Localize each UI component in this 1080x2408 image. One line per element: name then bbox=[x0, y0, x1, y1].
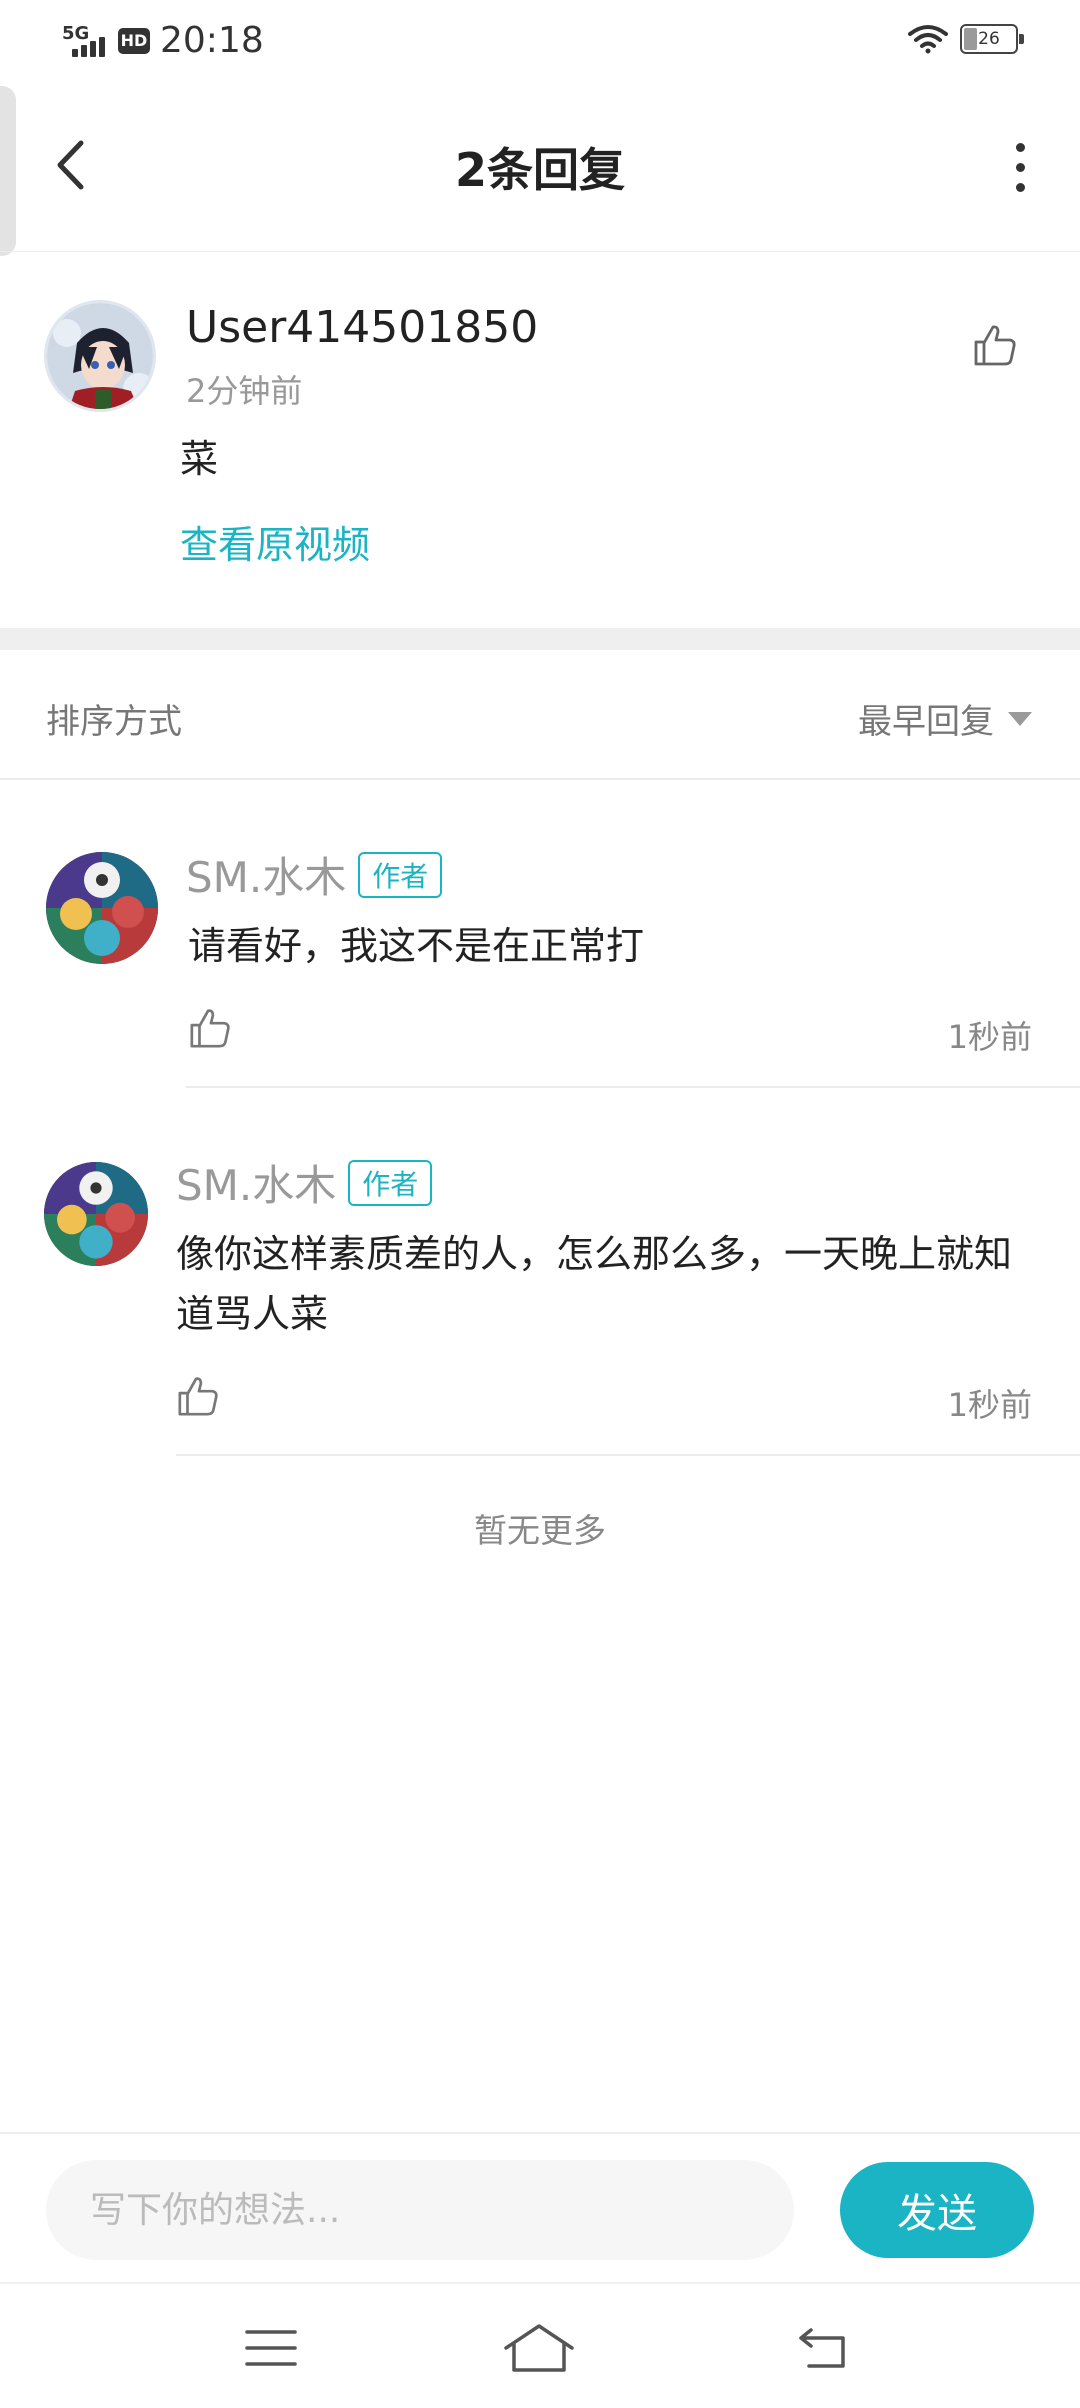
like-button[interactable] bbox=[188, 1006, 232, 1054]
home-icon bbox=[504, 2324, 574, 2372]
status-right: 26 bbox=[908, 24, 1024, 54]
reply-content: 请看好，我这不是在正常打 bbox=[188, 924, 645, 968]
thumbs-up-icon bbox=[190, 1009, 230, 1048]
sort-dropdown[interactable]: 最早回复 bbox=[858, 694, 1032, 743]
reply-time: 1秒前 bbox=[947, 1018, 1032, 1056]
recent-apps-button[interactable] bbox=[226, 2308, 316, 2388]
view-original-video-link[interactable]: 查看原视频 bbox=[180, 514, 370, 569]
comment-content: 菜 bbox=[180, 437, 219, 481]
like-button[interactable] bbox=[972, 322, 1018, 372]
thumbs-up-icon bbox=[178, 1377, 218, 1416]
caret-down-icon bbox=[1008, 711, 1032, 726]
reply-author: SM.水木 作者 bbox=[176, 1152, 433, 1213]
more-options-button[interactable] bbox=[1000, 140, 1040, 194]
reply-username[interactable]: SM.水木 bbox=[186, 844, 346, 905]
battery-level: 26 bbox=[978, 29, 1000, 49]
top-app-bar: 2条回复 bbox=[0, 84, 1080, 252]
system-back-button[interactable] bbox=[778, 2308, 868, 2388]
page-title: 2条回复 bbox=[454, 143, 625, 197]
status-left: 5G HD 20:18 bbox=[62, 20, 264, 61]
avatar[interactable] bbox=[44, 300, 156, 412]
system-nav-bar bbox=[0, 2282, 1080, 2408]
reply-divider bbox=[176, 1454, 1080, 1456]
sort-selected-value: 最早回复 bbox=[858, 702, 994, 742]
thumbs-up-icon bbox=[974, 325, 1016, 366]
reply-divider bbox=[186, 1086, 1080, 1088]
comment-input[interactable] bbox=[46, 2160, 794, 2260]
reply-author: SM.水木 作者 bbox=[186, 844, 443, 905]
comment-username[interactable]: User414501850 bbox=[186, 302, 538, 353]
reply-time: 1秒前 bbox=[947, 1386, 1032, 1424]
author-badge: 作者 bbox=[348, 1159, 433, 1206]
cellular-signal-icon: 5G bbox=[62, 23, 112, 59]
reply-username[interactable]: SM.水木 bbox=[176, 1152, 336, 1213]
battery-icon: 26 bbox=[960, 24, 1024, 54]
status-bar: 5G HD 20:18 26 bbox=[0, 0, 1080, 84]
more-vertical-icon bbox=[1015, 142, 1025, 152]
section-divider bbox=[0, 628, 1080, 650]
sort-label: 排序方式 bbox=[46, 702, 182, 742]
reply-item: SM.水木 作者 像你这样素质差的人，怎么那么多，一天晚上就知道骂人菜 1秒前 bbox=[0, 1090, 1080, 1460]
home-button[interactable] bbox=[494, 2308, 584, 2388]
send-button[interactable]: 发送 bbox=[840, 2162, 1034, 2258]
reply-item: SM.水木 作者 请看好，我这不是在正常打 1秒前 bbox=[0, 780, 1080, 1090]
avatar[interactable] bbox=[44, 1162, 148, 1266]
wifi-icon bbox=[908, 25, 948, 54]
menu-icon bbox=[245, 2330, 297, 2366]
like-button[interactable] bbox=[176, 1374, 220, 1422]
network-type: 5G bbox=[62, 22, 90, 44]
comment-input-bar: 发送 bbox=[0, 2132, 1080, 2282]
author-badge: 作者 bbox=[358, 851, 443, 898]
no-more-indicator: 暂无更多 bbox=[474, 1511, 606, 1550]
status-time: 20:18 bbox=[160, 20, 264, 61]
return-icon bbox=[799, 2328, 845, 2368]
sort-bar: 排序方式 最早回复 bbox=[0, 650, 1080, 780]
hd-icon: HD bbox=[118, 27, 150, 54]
avatar[interactable] bbox=[46, 852, 158, 964]
comment-time: 2分钟前 bbox=[186, 372, 303, 410]
original-comment: User414501850 2分钟前 菜 查看原视频 bbox=[0, 252, 1080, 628]
reply-content: 像你这样素质差的人，怎么那么多，一天晚上就知道骂人菜 bbox=[176, 1232, 1013, 1336]
